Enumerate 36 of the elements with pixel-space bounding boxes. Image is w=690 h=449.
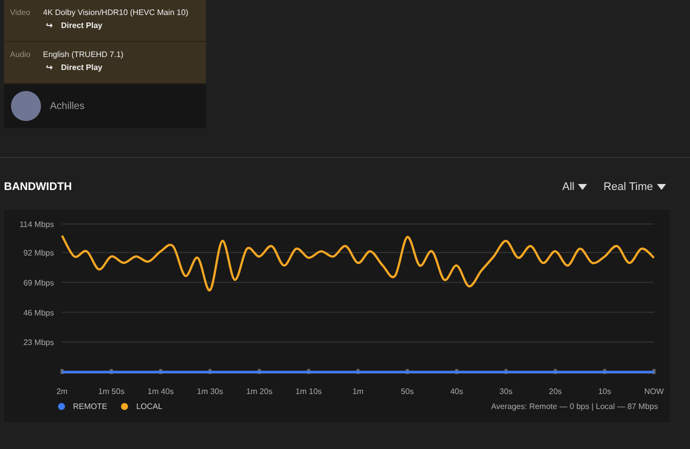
arrow-icon: ↪ — [46, 21, 53, 30]
avatar-placeholder — [11, 91, 41, 121]
decision-text: Direct Play — [61, 21, 102, 30]
y-axis-label: 92 Mbps — [23, 248, 54, 258]
caret-icon — [578, 184, 588, 190]
x-axis-label: 50s — [400, 387, 414, 396]
x-axis-label: 10s — [598, 387, 612, 396]
y-axis-label: 69 Mbps — [23, 278, 54, 288]
section-title: BANDWIDTH — [4, 181, 72, 193]
filter-dropdown[interactable]: Real Time — [603, 181, 666, 193]
user-name: Achilles — [50, 100, 84, 112]
stream-value: English (TRUEHD 7.1) — [43, 50, 124, 59]
x-axis-label: 30s — [500, 387, 512, 396]
y-axis-label: 23 Mbps — [23, 338, 54, 348]
y-axis-label: 114 Mbps — [19, 220, 54, 229]
x-axis-label: 1m 40s — [148, 387, 174, 396]
x-axis-label: 1m 20s — [246, 387, 272, 396]
legend-label: LOCAL — [136, 402, 162, 411]
x-axis-label: 20s — [548, 387, 562, 396]
averages-text: Averages: Remote — 0 bps | Local — 87 Mbps — [491, 402, 658, 411]
legend-label: REMOTE — [73, 402, 108, 411]
y-axis-label: 46 Mbps — [23, 308, 54, 318]
x-axis-label: 40s — [450, 387, 464, 396]
x-axis-label: 1m 50s — [98, 387, 124, 396]
x-axis-label: 1m 30s — [196, 387, 224, 396]
stream-label: Video — [10, 8, 32, 19]
x-axis-label: 1m — [352, 387, 364, 396]
stream-label: Audio — [10, 50, 32, 61]
x-axis-label: NOW — [644, 387, 664, 396]
decision-text: Direct Play — [61, 63, 102, 72]
filter-dropdown[interactable]: All — [562, 181, 588, 193]
arrow-icon: ↪ — [46, 63, 53, 72]
x-axis-label: 2m — [56, 387, 68, 396]
stream-value: 4K Dolby Vision/HDR10 (HEVC Main 10) — [43, 8, 188, 17]
x-axis-label: 1m 10s — [296, 387, 322, 396]
caret-icon — [657, 184, 666, 190]
